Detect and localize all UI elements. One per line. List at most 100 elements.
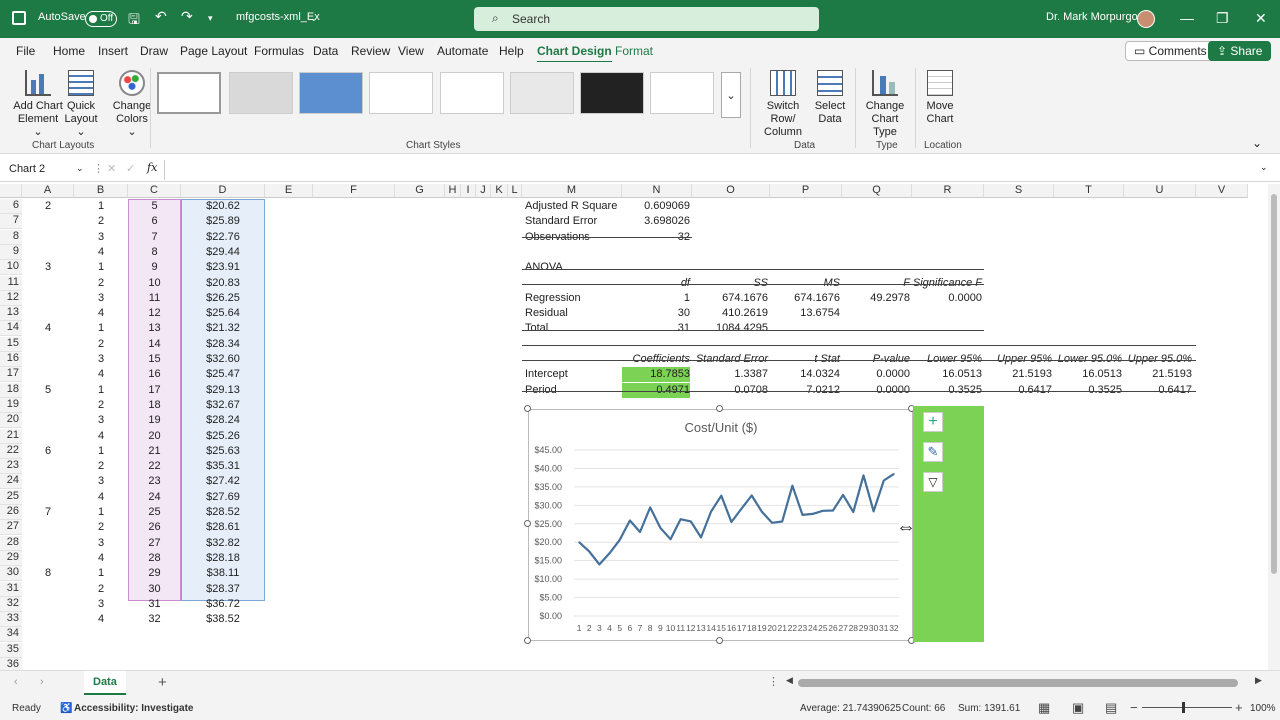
row-header-33[interactable]: 33 [0, 612, 22, 628]
add-sheet-icon[interactable]: + [158, 674, 167, 691]
save-icon[interactable]: 🖫 [128, 9, 140, 33]
cell-anova-value[interactable]: 30 [622, 306, 690, 321]
cell-quarter[interactable]: 2 [74, 582, 128, 597]
chart-style-1[interactable] [157, 72, 221, 114]
zoom-out-icon[interactable]: − [1130, 700, 1138, 715]
column-header-o[interactable]: O [692, 184, 770, 198]
cell-year[interactable]: 3 [22, 260, 74, 275]
cell-year[interactable] [22, 276, 74, 291]
cell-anova-value[interactable] [912, 306, 982, 321]
cell-period[interactable]: 7 [128, 230, 181, 245]
cell-year[interactable] [22, 306, 74, 321]
column-header-i[interactable]: I [461, 184, 476, 198]
row-header-11[interactable]: 11 [0, 275, 22, 291]
cell-cost[interactable]: $25.64 [181, 306, 265, 321]
cell-quarter[interactable]: 1 [74, 260, 128, 275]
cell-quarter[interactable]: 2 [74, 398, 128, 413]
row-header-34[interactable]: 34 [0, 627, 22, 643]
row-header-27[interactable]: 27 [0, 520, 22, 536]
cell-anova-value[interactable]: 1084.4295 [692, 321, 768, 336]
row-header-12[interactable]: 12 [0, 290, 22, 306]
cell-anova-value[interactable]: 49.2978 [842, 291, 910, 306]
switch-row-column-button[interactable]: Switch Row/Column [754, 70, 812, 139]
row-header-23[interactable]: 23 [0, 459, 22, 475]
chart-style-6[interactable] [510, 72, 574, 114]
cell-stat-value[interactable]: 3.698026 [622, 214, 690, 229]
tab-chart-design[interactable]: Chart Design [537, 44, 612, 63]
chart-style-5[interactable] [440, 72, 504, 114]
cell-cost[interactable]: $26.25 [181, 291, 265, 306]
cell-anova-label[interactable]: Total [525, 321, 620, 336]
cell-period[interactable]: 32 [128, 612, 181, 627]
cell-period[interactable]: 26 [128, 520, 181, 535]
cell-period[interactable]: 6 [128, 214, 181, 229]
cell-cost[interactable]: $29.13 [181, 383, 265, 398]
column-header-m[interactable]: M [522, 184, 622, 198]
cell-anova-header[interactable]: Significance F [912, 276, 982, 291]
cell-anova-value[interactable] [912, 321, 982, 336]
cell-quarter[interactable]: 2 [74, 520, 128, 535]
cell-year[interactable] [22, 474, 74, 489]
cell-quarter[interactable]: 4 [74, 306, 128, 321]
vertical-scrollbar[interactable] [1268, 184, 1280, 670]
column-header-e[interactable]: E [265, 184, 313, 198]
cell-period[interactable]: 11 [128, 291, 181, 306]
select-data-button[interactable]: Select Data [812, 70, 848, 126]
column-header-u[interactable]: U [1124, 184, 1196, 198]
cell-anova-value[interactable] [842, 306, 910, 321]
cell-period[interactable]: 19 [128, 413, 181, 428]
cell-coef-value[interactable]: 16.0513 [1054, 367, 1122, 382]
accessibility-status[interactable]: Accessibility: Investigate [74, 703, 194, 714]
row-header-22[interactable]: 22 [0, 443, 22, 459]
restore-icon[interactable]: ❐ [1216, 10, 1229, 27]
cell-cost[interactable]: $38.52 [181, 612, 265, 627]
cell-year[interactable] [22, 551, 74, 566]
cell-period[interactable]: 31 [128, 597, 181, 612]
cell-cost[interactable]: $36.72 [181, 597, 265, 612]
cell-quarter[interactable]: 1 [74, 444, 128, 459]
normal-view-icon[interactable]: ▦ [1038, 700, 1050, 716]
chart-elements-plus-icon[interactable]: + [923, 412, 943, 432]
column-header-r[interactable]: R [912, 184, 984, 198]
cell-quarter[interactable]: 3 [74, 230, 128, 245]
move-chart-button[interactable]: Move Chart [920, 70, 960, 126]
autosave-toggle[interactable]: Off [85, 11, 117, 27]
cell-quarter[interactable]: 1 [74, 321, 128, 336]
cell-quarter[interactable]: 1 [74, 383, 128, 398]
cell-year[interactable]: 5 [22, 383, 74, 398]
cell-stat-value[interactable]: 0.609069 [622, 199, 690, 214]
column-header-f[interactable]: F [313, 184, 395, 198]
row-header-20[interactable]: 20 [0, 413, 22, 429]
search-box[interactable]: ⌕ Search [474, 7, 819, 31]
cell-year[interactable] [22, 582, 74, 597]
cell-quarter[interactable]: 1 [74, 505, 128, 520]
cell-year[interactable] [22, 459, 74, 474]
cell-year[interactable] [22, 429, 74, 444]
cell-cost[interactable]: $20.62 [181, 199, 265, 214]
customize-qat-icon[interactable]: ▾ [208, 13, 213, 24]
cell-coef-value[interactable]: 16.0513 [912, 367, 982, 382]
row-header-19[interactable]: 19 [0, 397, 22, 413]
cell-period[interactable]: 5 [128, 199, 181, 214]
row-header-15[interactable]: 15 [0, 336, 22, 352]
cell-year[interactable]: 6 [22, 444, 74, 459]
tab-insert[interactable]: Insert [98, 44, 128, 58]
tab-help[interactable]: Help [499, 44, 524, 58]
cell-cost[interactable]: $35.31 [181, 459, 265, 474]
styles-more-button[interactable]: ⌄ [721, 72, 741, 118]
cell-quarter[interactable]: 3 [74, 352, 128, 367]
next-sheet-icon[interactable]: › [40, 676, 44, 688]
file-name[interactable]: mfgcosts-xml_Ex [236, 11, 320, 23]
cell-cost[interactable]: $27.42 [181, 474, 265, 489]
cell-period[interactable]: 21 [128, 444, 181, 459]
cell-anova-value[interactable]: 410.2619 [692, 306, 768, 321]
chart-filter-icon[interactable]: ▽ [923, 472, 943, 492]
vertical-scroll-thumb[interactable] [1271, 194, 1277, 574]
cell-cost[interactable]: $20.83 [181, 276, 265, 291]
chart-style-8[interactable] [650, 72, 714, 114]
row-header-26[interactable]: 26 [0, 505, 22, 520]
row-header-28[interactable]: 28 [0, 535, 22, 551]
cell-quarter[interactable]: 3 [74, 597, 128, 612]
cell-period[interactable]: 24 [128, 490, 181, 505]
cell-anova-value[interactable]: 1 [622, 291, 690, 306]
